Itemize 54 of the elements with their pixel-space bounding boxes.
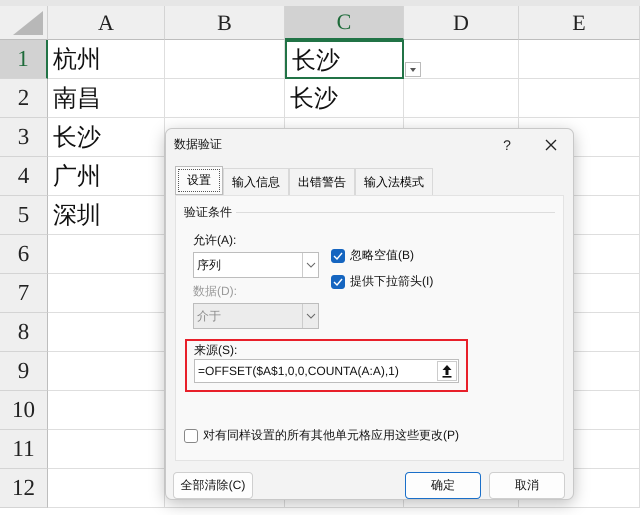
row-header[interactable]: 10 xyxy=(0,391,48,430)
row-header[interactable]: 9 xyxy=(0,352,48,391)
ok-button[interactable]: 确定 xyxy=(405,472,481,499)
column-header[interactable]: E xyxy=(519,6,640,40)
table-cell[interactable]: 长沙 xyxy=(285,79,404,118)
collapse-button[interactable] xyxy=(437,361,457,381)
table-cell[interactable]: 长沙 xyxy=(285,40,404,79)
row-header[interactable]: 1 xyxy=(0,40,48,79)
close-icon xyxy=(545,138,557,150)
row-header[interactable]: 8 xyxy=(0,313,48,352)
table-cell[interactable] xyxy=(165,79,285,118)
row-header[interactable]: 5 xyxy=(0,196,48,235)
table-cell[interactable] xyxy=(404,79,519,118)
table-cell[interactable] xyxy=(519,40,640,79)
dialog-tab[interactable]: 输入法模式 xyxy=(355,168,433,195)
dialog-tab[interactable]: 输入信息 xyxy=(223,168,289,195)
cancel-button[interactable]: 取消 xyxy=(489,472,565,499)
checkbox-label: 提供下拉箭头(I) xyxy=(350,273,434,290)
clear-all-button[interactable]: 全部清除(C) xyxy=(173,472,253,499)
source-field[interactable]: =OFFSET($A$1,0,0,COUNTA(A:A),1) xyxy=(194,359,459,383)
dialog-tab[interactable]: 设置 xyxy=(175,166,223,195)
table-cell[interactable] xyxy=(165,40,285,79)
checkbox[interactable] xyxy=(184,428,198,442)
row-header[interactable]: 2 xyxy=(0,79,48,118)
dialog-title: 数据验证 xyxy=(174,136,223,153)
field-label: 数据(D): xyxy=(193,283,238,300)
column-header[interactable]: A xyxy=(48,6,165,40)
column-header[interactable]: C xyxy=(285,6,404,40)
group-title: 验证条件 xyxy=(184,204,232,221)
chevron-icon xyxy=(306,313,316,319)
column-header[interactable]: B xyxy=(165,6,285,40)
chevron-icon xyxy=(306,262,316,268)
row-header[interactable]: 11 xyxy=(0,430,48,469)
allow-dropdown[interactable]: 序列 xyxy=(193,252,319,278)
field-label: 允许(A): xyxy=(193,232,238,249)
row-header[interactable]: 7 xyxy=(0,274,48,313)
checkbox-label: 对有同样设置的所有其他单元格应用这些更改(P) xyxy=(203,427,459,444)
checkbox[interactable] xyxy=(331,248,345,262)
caret-icon xyxy=(410,68,416,72)
row-header[interactable]: 3 xyxy=(0,118,48,157)
help-button[interactable]: ? xyxy=(485,130,529,160)
checkbox[interactable] xyxy=(331,274,345,288)
table-cell[interactable]: 杭州 xyxy=(48,40,165,79)
dropdown-button[interactable] xyxy=(405,62,421,77)
row-header[interactable]: 4 xyxy=(0,157,48,196)
checkbox-label: 忽略空值(B) xyxy=(350,247,414,264)
row-header[interactable]: 12 xyxy=(0,469,48,508)
table-cell[interactable] xyxy=(519,79,640,118)
column-header[interactable]: D xyxy=(404,6,519,40)
table-cell[interactable]: 南昌 xyxy=(48,79,165,118)
dialog-tab[interactable]: 出错警告 xyxy=(289,168,355,195)
row-header[interactable]: 6 xyxy=(0,235,48,274)
upload-arrow-icon xyxy=(442,364,452,378)
field-label: 来源(S): xyxy=(194,343,238,357)
